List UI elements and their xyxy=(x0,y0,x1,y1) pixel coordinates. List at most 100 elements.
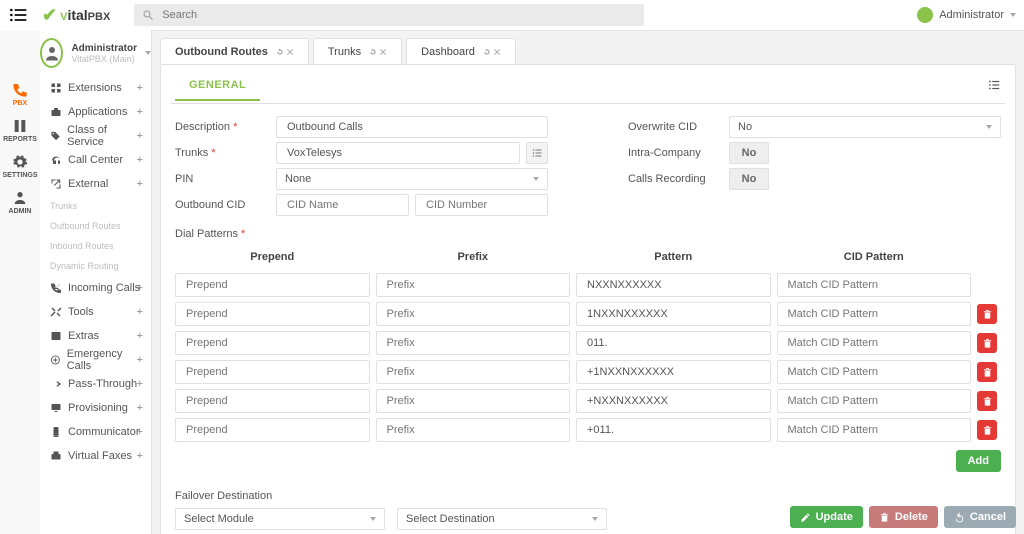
edit-icon xyxy=(800,512,811,523)
trash-icon xyxy=(879,512,890,523)
sidebar-item[interactable]: Class of Service + xyxy=(40,124,151,148)
sidebar-item[interactable]: Extensions + xyxy=(40,76,151,100)
tab[interactable]: Outbound Routes xyxy=(160,38,309,64)
list-view-icon[interactable] xyxy=(987,78,1001,95)
rail-settings[interactable]: SETTINGS xyxy=(0,148,40,184)
pattern-input[interactable] xyxy=(576,360,771,384)
sidebar-item-label: External xyxy=(68,178,108,190)
sidebar-item[interactable]: Applications + xyxy=(40,100,151,124)
sidebar-item[interactable]: Provisioning + xyxy=(40,396,151,420)
pattern-input[interactable] xyxy=(576,302,771,326)
reload-icon[interactable] xyxy=(483,48,491,56)
trunks-input[interactable] xyxy=(276,142,520,164)
sidebar-subitem[interactable]: Trunks xyxy=(40,196,151,216)
prefix-input[interactable] xyxy=(376,273,571,297)
delete-row-button[interactable] xyxy=(977,420,997,440)
rail-reports[interactable]: REPORTS xyxy=(0,112,40,148)
sidebar-item-label: Extensions xyxy=(68,82,122,94)
prepend-input[interactable] xyxy=(175,331,370,355)
delete-row-button[interactable] xyxy=(977,304,997,324)
topbar: ✔VitalPBX Administrator xyxy=(0,0,1024,30)
hamburger-menu-icon[interactable] xyxy=(8,5,28,25)
sidebar-item[interactable]: Call Center + xyxy=(40,148,151,172)
sidebar-subitem[interactable]: Outbound Routes xyxy=(40,216,151,236)
prepend-input[interactable] xyxy=(175,302,370,326)
sidebar-item[interactable]: Pass-Through + xyxy=(40,372,151,396)
prefix-input[interactable] xyxy=(376,360,571,384)
rail-pbx[interactable]: PBX xyxy=(0,76,40,112)
record-toggle[interactable]: No xyxy=(729,168,769,190)
pattern-input[interactable] xyxy=(576,331,771,355)
tab[interactable]: Trunks xyxy=(313,38,402,64)
sidebar-subitem[interactable]: Inbound Routes xyxy=(40,236,151,256)
sidebar-profile[interactable]: Administrator VitalPBX (Main) xyxy=(40,30,151,76)
pattern-input[interactable] xyxy=(576,389,771,413)
failover-title: Failover Destination xyxy=(175,490,1001,502)
global-search[interactable] xyxy=(134,4,644,26)
cid-pattern-input[interactable] xyxy=(777,389,972,413)
prefix-input[interactable] xyxy=(376,302,571,326)
cid-pattern-input[interactable] xyxy=(777,418,972,442)
reload-icon[interactable] xyxy=(276,48,284,56)
failover-dest-select[interactable]: Select Destination xyxy=(397,508,607,530)
footer-actions: Update Delete Cancel xyxy=(790,506,1016,528)
failover-module-select[interactable]: Select Module xyxy=(175,508,385,530)
tabs: Outbound Routes Trunks Dashboard xyxy=(160,38,1016,64)
delete-button[interactable]: Delete xyxy=(869,506,938,528)
tab[interactable]: Dashboard xyxy=(406,38,516,64)
delete-row-button[interactable] xyxy=(977,333,997,353)
intra-toggle[interactable]: No xyxy=(729,142,769,164)
prepend-input[interactable] xyxy=(175,418,370,442)
prefix-input[interactable] xyxy=(376,331,571,355)
trash-icon xyxy=(982,367,993,378)
search-input[interactable] xyxy=(160,8,636,22)
sidebar-item[interactable]: Communicator + xyxy=(40,420,151,444)
grid-icon xyxy=(50,82,62,94)
update-button[interactable]: Update xyxy=(790,506,863,528)
expand-icon: + xyxy=(137,130,143,142)
prepend-input[interactable] xyxy=(175,273,370,297)
sidebar-item[interactable]: Virtual Faxes + xyxy=(40,444,151,468)
section-tab-general[interactable]: GENERAL xyxy=(175,71,260,101)
outcid-label: Outbound CID xyxy=(175,199,270,211)
cid-pattern-input[interactable] xyxy=(777,331,972,355)
general-form: Description * Trunks * PIN None Outbound… xyxy=(175,114,1001,218)
sidebar-item-label: Extras xyxy=(68,330,99,342)
delete-row-button[interactable] xyxy=(977,391,997,411)
delete-row-button[interactable] xyxy=(977,362,997,382)
tab-label: Trunks xyxy=(328,46,361,58)
sidebar-item[interactable]: Emergency Calls + xyxy=(40,348,151,372)
cid-name-input[interactable] xyxy=(276,194,409,216)
prepend-input[interactable] xyxy=(175,389,370,413)
sidebar-item[interactable]: Incoming Calls + xyxy=(40,276,151,300)
trunks-config-icon[interactable] xyxy=(526,142,548,164)
prefix-input[interactable] xyxy=(376,418,571,442)
sidebar-item-label: Virtual Faxes xyxy=(68,450,132,462)
overwrite-label: Overwrite CID xyxy=(628,121,723,133)
close-icon[interactable] xyxy=(493,48,501,56)
pattern-input[interactable] xyxy=(576,418,771,442)
brand-logo[interactable]: ✔VitalPBX xyxy=(42,5,110,26)
sidebar-item[interactable]: Extras + xyxy=(40,324,151,348)
cid-pattern-input[interactable] xyxy=(777,273,972,297)
sidebar-subitem[interactable]: Dynamic Routing xyxy=(40,256,151,276)
cid-number-input[interactable] xyxy=(415,194,548,216)
close-icon[interactable] xyxy=(379,48,387,56)
prepend-input[interactable] xyxy=(175,360,370,384)
pattern-input[interactable] xyxy=(576,273,771,297)
topbar-user[interactable]: Administrator xyxy=(917,7,1016,23)
overwrite-select[interactable]: No xyxy=(729,116,1001,138)
reload-icon[interactable] xyxy=(369,48,377,56)
cid-pattern-input[interactable] xyxy=(777,360,972,384)
rail-admin[interactable]: ADMIN xyxy=(0,184,40,220)
cancel-button[interactable]: Cancel xyxy=(944,506,1016,528)
description-input[interactable] xyxy=(276,116,548,138)
close-icon[interactable] xyxy=(286,48,294,56)
pin-select[interactable]: None xyxy=(276,168,548,190)
sidebar-item[interactable]: Tools + xyxy=(40,300,151,324)
add-pattern-button[interactable]: Add xyxy=(956,450,1001,472)
cid-pattern-input[interactable] xyxy=(777,302,972,326)
provisioning-icon xyxy=(50,402,62,414)
prefix-input[interactable] xyxy=(376,389,571,413)
sidebar-item[interactable]: External + xyxy=(40,172,151,196)
